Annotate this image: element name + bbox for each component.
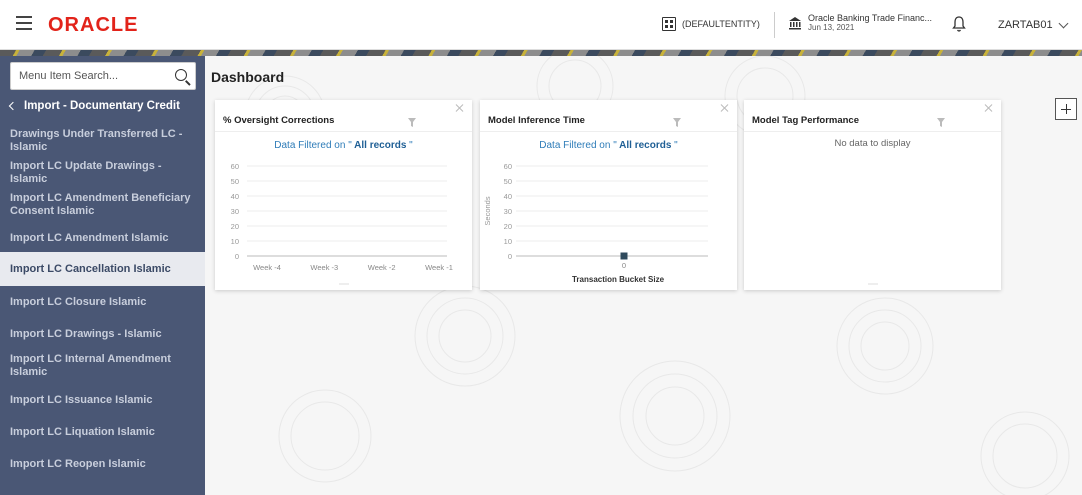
parent-menu-label: Import - Documentary Credit <box>24 100 180 112</box>
entity-selector[interactable]: (DEFAULTENTITY) <box>662 17 760 31</box>
close-icon[interactable] <box>720 104 728 112</box>
entity-label: (DEFAULTENTITY) <box>682 19 760 29</box>
user-menu[interactable]: ZARTAB01 <box>998 18 1069 31</box>
header-divider <box>774 12 775 38</box>
y-tick-label: 30 <box>504 207 512 216</box>
y-tick-label: 30 <box>231 207 239 216</box>
menu-search-input[interactable] <box>19 70 169 82</box>
close-icon[interactable] <box>455 104 463 112</box>
filter-icon[interactable] <box>937 114 945 127</box>
filter-note-value: All records <box>351 140 407 151</box>
x-axis-label: Transaction Bucket Size <box>572 275 665 284</box>
sidebar-item[interactable]: Import LC Closure Islamic <box>0 286 205 318</box>
y-tick-label: 60 <box>504 162 512 171</box>
widget-title: Model Tag Performance <box>752 115 859 126</box>
filter-note-prefix: Data Filtered on " <box>274 140 352 151</box>
data-point <box>620 252 628 260</box>
y-tick-label: 20 <box>504 222 512 231</box>
hamburger-menu-icon[interactable] <box>16 16 32 30</box>
sidebar-item[interactable]: Import LC Issuance Islamic <box>0 384 205 416</box>
y-tick-label: 10 <box>504 237 512 246</box>
sidebar-item[interactable]: Drawings Under Transferred LC - Islamic <box>0 126 205 156</box>
sidebar-item[interactable]: Import LC Internal Amendment Islamic <box>0 350 205 382</box>
close-icon[interactable] <box>984 104 992 112</box>
widget-footer-mark <box>868 283 878 285</box>
bank-name: Oracle Banking Trade Financ... <box>808 13 933 23</box>
widget-divider <box>215 131 472 132</box>
main-content: Dashboard % Oversight Corrections Data F… <box>205 56 1082 495</box>
chevron-down-icon <box>1058 18 1069 28</box>
y-tick-label: 50 <box>231 177 239 186</box>
sidebar-item[interactable]: Import LC Reopen Islamic <box>0 448 205 480</box>
filter-icon[interactable] <box>673 114 681 127</box>
y-tick-label: 40 <box>504 192 512 201</box>
y-axis-label: Seconds <box>483 196 492 225</box>
sidebar-item-active[interactable]: Import LC Cancellation Islamic <box>0 252 205 286</box>
search-icon[interactable] <box>175 69 187 81</box>
sidebar-item[interactable]: Import LC Amendment Islamic <box>0 224 205 252</box>
widget-title: Model Inference Time <box>488 115 585 126</box>
widget-model-inference-time: Model Inference Time Data Filtered on " … <box>480 100 737 290</box>
y-tick-label: 0 <box>235 252 239 261</box>
x-tick-label: Week -4 <box>253 263 281 272</box>
bell-icon[interactable] <box>952 15 966 33</box>
y-tick-label: 10 <box>231 237 239 246</box>
filter-note: Data Filtered on " All records " <box>480 140 737 151</box>
filter-note: Data Filtered on " All records " <box>215 140 472 151</box>
no-data-message: No data to display <box>834 138 911 149</box>
sidebar-item[interactable]: Import LC Liquation Islamic <box>0 416 205 448</box>
widget-model-tag-performance: Model Tag Performance No data to display <box>744 100 1001 290</box>
widget-footer-mark <box>339 283 349 285</box>
y-tick-label: 50 <box>504 177 512 186</box>
y-tick-label: 60 <box>231 162 239 171</box>
sidebar-item[interactable]: Import LC Amendment Beneficiary Consent … <box>0 190 205 220</box>
filter-note-value: All records <box>616 140 672 151</box>
sidebar-item[interactable]: Import LC Drawings - Islamic <box>0 318 205 350</box>
filter-icon[interactable] <box>408 114 416 127</box>
menu-search <box>10 62 196 90</box>
chevron-left-icon <box>8 101 18 111</box>
oracle-logo: ORACLE <box>48 14 139 36</box>
filter-note-prefix: Data Filtered on " <box>539 140 617 151</box>
user-name: ZARTAB01 <box>998 19 1053 31</box>
add-widget-button[interactable] <box>1055 98 1077 120</box>
x-tick-label: Week -2 <box>368 263 396 272</box>
widget-oversight-corrections: % Oversight Corrections Data Filtered on… <box>215 100 472 290</box>
sidebar: Import - Documentary Credit Drawings Und… <box>0 56 205 495</box>
y-tick-label: 0 <box>508 252 512 261</box>
widget-title: % Oversight Corrections <box>223 115 335 126</box>
top-header: ORACLE (DEFAULTENTITY) Oracle Banking Tr… <box>0 0 1082 50</box>
bank-selector[interactable]: Oracle Banking Trade Financ... Jun 13, 2… <box>788 13 932 32</box>
widget-divider <box>480 131 737 132</box>
y-tick-label: 40 <box>231 192 239 201</box>
y-tick-label: 20 <box>231 222 239 231</box>
filter-note-suffix: " <box>406 140 413 151</box>
oversight-corrections-chart: 0 10 20 30 40 50 60 Week -4 Week -3 Week -2 Week -… <box>231 162 453 272</box>
page-title: Dashboard <box>211 69 285 85</box>
model-inference-time-chart: 0 10 20 30 40 50 60 Seconds 0 Transaction Bucket … <box>483 162 708 284</box>
sidebar-item[interactable]: Import LC Update Drawings - Islamic <box>0 158 205 188</box>
x-tick-label: Week -3 <box>310 263 338 272</box>
x-tick-label: 0 <box>622 261 626 270</box>
back-to-parent-menu[interactable]: Import - Documentary Credit <box>8 100 180 112</box>
bank-icon <box>788 16 802 30</box>
widget-divider <box>744 131 1001 132</box>
filter-note-suffix: " <box>671 140 678 151</box>
building-icon <box>662 17 676 31</box>
bank-date: Jun 13, 2021 <box>808 23 855 32</box>
x-tick-label: Week -1 <box>425 263 453 272</box>
